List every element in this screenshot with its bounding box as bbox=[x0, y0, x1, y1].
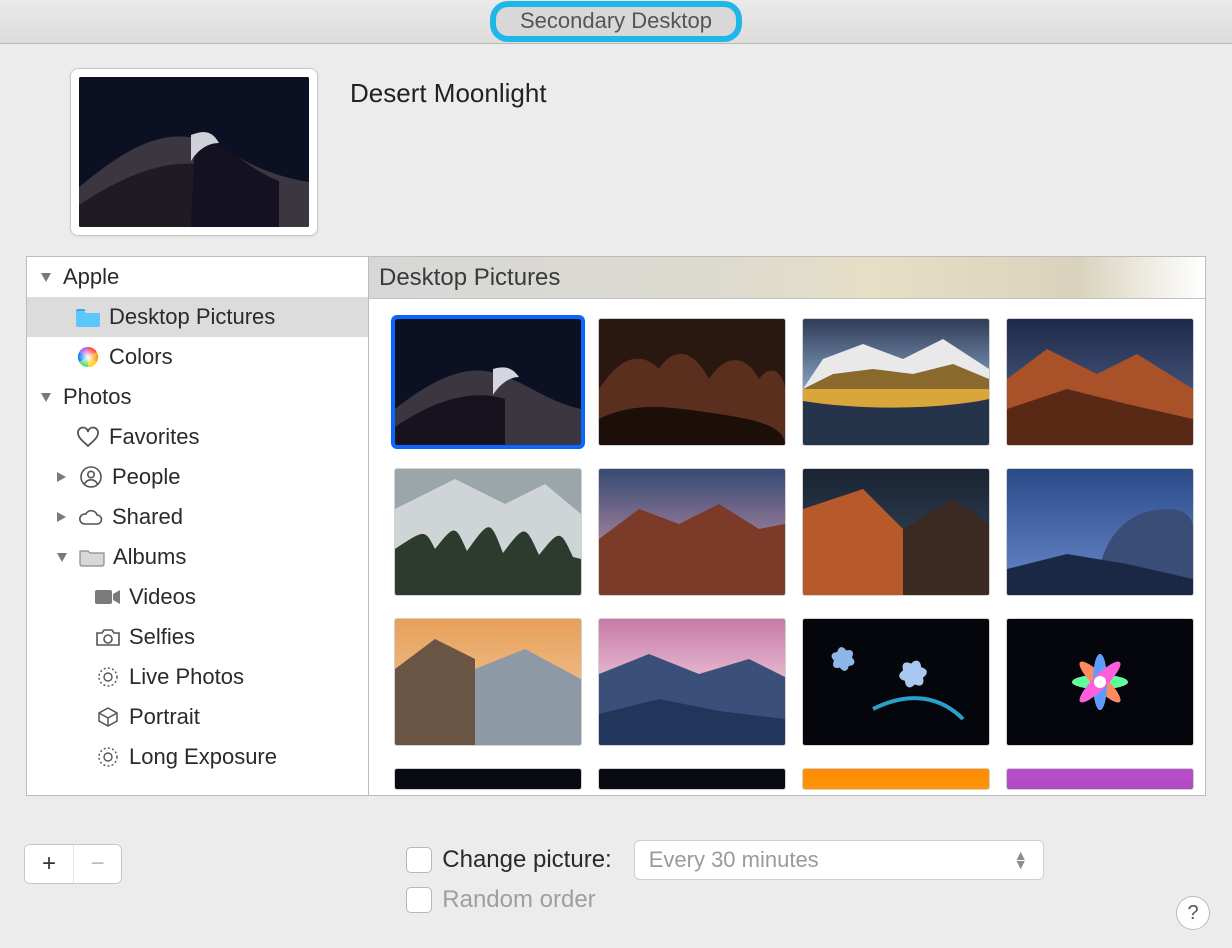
current-wallpaper-frame bbox=[70, 68, 318, 236]
add-remove-source: + − bbox=[24, 844, 122, 884]
change-picture-row: Change picture: Every 30 minutes ▲▼ bbox=[406, 840, 1043, 880]
wallpaper-thumb[interactable] bbox=[803, 319, 989, 445]
tab-secondary-desktop[interactable]: Secondary Desktop bbox=[490, 1, 742, 42]
sidebar-item-long-exposure[interactable]: Long Exposure bbox=[27, 737, 368, 777]
help-button[interactable]: ? bbox=[1176, 896, 1210, 930]
heart-icon bbox=[75, 426, 101, 448]
select-value: Every 30 minutes bbox=[649, 847, 819, 873]
random-order-label: Random order bbox=[442, 886, 595, 914]
camera-icon bbox=[95, 626, 121, 648]
wallpaper-thumb[interactable] bbox=[803, 469, 989, 595]
sidebar-label: Favorites bbox=[109, 424, 199, 450]
person-icon bbox=[78, 466, 104, 488]
wallpaper-thumb[interactable] bbox=[803, 769, 989, 789]
cloud-icon bbox=[78, 506, 104, 528]
sidebar-label: Videos bbox=[129, 584, 196, 610]
random-order-checkbox[interactable] bbox=[406, 887, 432, 913]
video-icon bbox=[95, 586, 121, 608]
change-picture-label: Change picture: bbox=[442, 846, 611, 874]
disclosure-triangle-icon bbox=[57, 512, 66, 522]
current-wallpaper-section: Desert Moonlight bbox=[0, 44, 1232, 256]
change-picture-checkbox[interactable] bbox=[406, 847, 432, 873]
titlebar: Secondary Desktop bbox=[0, 0, 1232, 44]
disclosure-triangle-icon bbox=[41, 273, 51, 282]
live-photos-icon bbox=[95, 746, 121, 768]
folder-icon bbox=[75, 306, 101, 328]
wallpaper-thumb[interactable] bbox=[803, 619, 989, 745]
source-sidebar: Apple Desktop Pictures bbox=[26, 256, 368, 796]
wallpaper-thumb[interactable] bbox=[599, 469, 785, 595]
current-wallpaper-thumb bbox=[79, 77, 309, 227]
live-photos-icon bbox=[95, 666, 121, 688]
sidebar-item-albums[interactable]: Albums bbox=[27, 537, 368, 577]
disclosure-triangle-icon bbox=[57, 472, 66, 482]
wallpaper-thumb[interactable] bbox=[599, 619, 785, 745]
sidebar-label: Albums bbox=[113, 544, 186, 570]
content-header: Desktop Pictures bbox=[369, 257, 1205, 299]
sidebar-item-live-photos[interactable]: Live Photos bbox=[27, 657, 368, 697]
wallpaper-thumb[interactable] bbox=[1007, 769, 1193, 789]
sidebar-group-photos[interactable]: Photos bbox=[27, 377, 368, 417]
sidebar-label: Live Photos bbox=[129, 664, 244, 690]
disclosure-triangle-icon bbox=[57, 553, 67, 562]
wallpaper-browser: Desktop Pictures bbox=[368, 256, 1206, 796]
wallpaper-thumb[interactable] bbox=[1007, 469, 1193, 595]
sidebar-label: Photos bbox=[63, 384, 132, 410]
wallpaper-thumb[interactable] bbox=[1007, 319, 1193, 445]
stepper-icon: ▲▼ bbox=[1013, 851, 1029, 869]
color-wheel-icon bbox=[75, 346, 101, 368]
cube-icon bbox=[95, 706, 121, 728]
sidebar-label: Shared bbox=[112, 504, 183, 530]
sidebar-label: Selfies bbox=[129, 624, 195, 650]
sidebar-item-selfies[interactable]: Selfies bbox=[27, 617, 368, 657]
wallpaper-thumb[interactable] bbox=[395, 769, 581, 789]
sidebar-label: Portrait bbox=[129, 704, 200, 730]
sidebar-label: Long Exposure bbox=[129, 744, 277, 770]
folder-outline-icon bbox=[79, 546, 105, 568]
sidebar-item-videos[interactable]: Videos bbox=[27, 577, 368, 617]
sidebar-item-desktop-pictures[interactable]: Desktop Pictures bbox=[27, 297, 368, 337]
wallpaper-thumb[interactable] bbox=[599, 319, 785, 445]
remove-source-button[interactable]: − bbox=[73, 845, 121, 883]
sidebar-label: Apple bbox=[63, 264, 119, 290]
wallpaper-thumb[interactable] bbox=[395, 619, 581, 745]
sidebar-item-colors[interactable]: Colors bbox=[27, 337, 368, 377]
wallpaper-thumb[interactable] bbox=[1007, 619, 1193, 745]
add-source-button[interactable]: + bbox=[25, 845, 73, 883]
sidebar-item-shared[interactable]: Shared bbox=[27, 497, 368, 537]
wallpaper-thumb[interactable] bbox=[395, 469, 581, 595]
wallpaper-thumb[interactable] bbox=[395, 319, 581, 445]
sidebar-item-portrait[interactable]: Portrait bbox=[27, 697, 368, 737]
random-order-row: Random order bbox=[406, 880, 1043, 920]
wallpaper-thumb[interactable] bbox=[599, 769, 785, 789]
sidebar-label: People bbox=[112, 464, 181, 490]
bottom-bar: + − Change picture: Every 30 minutes ▲▼ … bbox=[0, 828, 1232, 948]
sidebar-group-apple[interactable]: Apple bbox=[27, 257, 368, 297]
sidebar-label: Colors bbox=[109, 344, 173, 370]
wallpaper-grid bbox=[369, 299, 1205, 795]
disclosure-triangle-icon bbox=[41, 393, 51, 402]
change-picture-interval-select[interactable]: Every 30 minutes ▲▼ bbox=[634, 840, 1044, 880]
current-wallpaper-name: Desert Moonlight bbox=[350, 68, 547, 109]
sidebar-item-people[interactable]: People bbox=[27, 457, 368, 497]
sidebar-label: Desktop Pictures bbox=[109, 304, 275, 330]
sidebar-item-favorites[interactable]: Favorites bbox=[27, 417, 368, 457]
